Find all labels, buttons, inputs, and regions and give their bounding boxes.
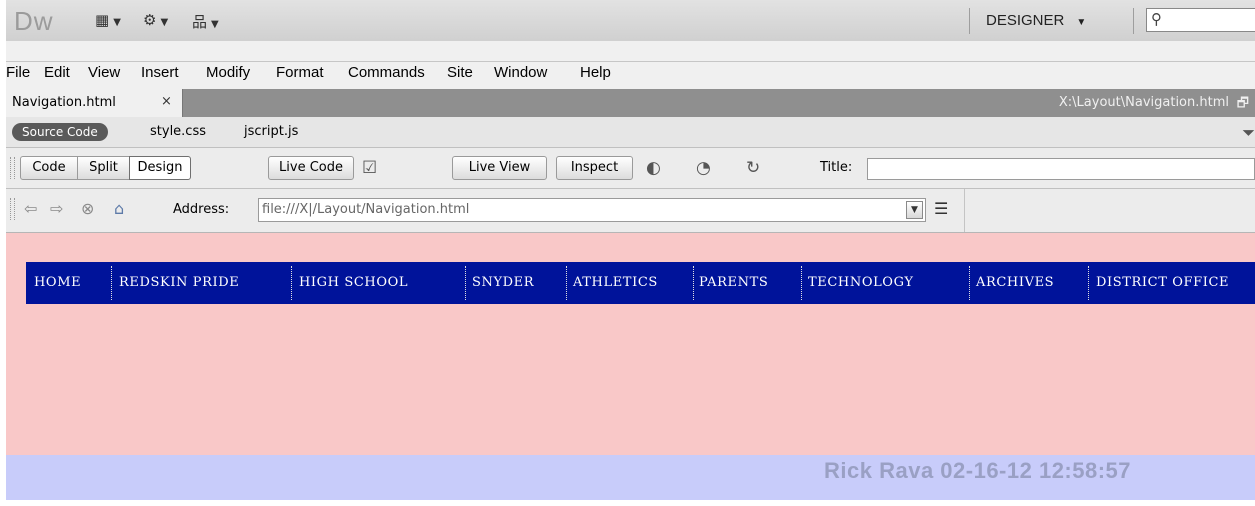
nav-separator <box>693 266 694 300</box>
stop-icon[interactable]: ⊗ <box>81 199 94 218</box>
live-code-label: Live Code <box>279 160 343 175</box>
page-footer: Rick Rava 02-16-12 12:58:57 <box>6 455 1255 500</box>
visual-aids-icon[interactable]: ◔ <box>696 158 711 178</box>
nav-link-archives[interactable]: ARCHIVES <box>976 275 1054 290</box>
related-file-style-css[interactable]: style.css <box>150 124 206 139</box>
live-code-button[interactable]: Live Code <box>268 156 354 180</box>
search-input[interactable]: ⚲ <box>1146 8 1255 32</box>
dreamweaver-logo: Dw <box>14 6 54 36</box>
separator <box>969 8 970 34</box>
address-value: file:///X|/Layout/Navigation.html <box>262 202 470 217</box>
nav-separator <box>465 266 466 300</box>
menu-insert[interactable]: Insert <box>141 64 179 81</box>
live-view-label: Live View <box>468 160 531 175</box>
nav-link-redskin-pride[interactable]: REDSKIN PRIDE <box>119 275 239 290</box>
address-label: Address: <box>173 202 230 217</box>
title-input[interactable] <box>867 158 1255 180</box>
dreamweaver-window: Dw ▦ ▼ ⚙ ▼ 品 ▼ DESIGNER ▼ ⚲ File Edit View I… <box>6 0 1255 500</box>
nav-separator <box>111 266 112 300</box>
browser-options-icon[interactable]: ☰ <box>934 199 948 218</box>
preview-browser-icon[interactable]: ◐ <box>646 158 661 178</box>
menu-view[interactable]: View <box>88 64 120 81</box>
footer-timestamp: Rick Rava 02-16-12 12:58:57 <box>824 458 1132 483</box>
related-file-jscript-js[interactable]: jscript.js <box>244 124 298 139</box>
design-view-canvas[interactable]: HOME REDSKIN PRIDE HIGH SCHOOL SNYDER AT… <box>6 233 1255 500</box>
menu-window[interactable]: Window <box>494 64 547 81</box>
nav-link-home[interactable]: HOME <box>34 275 81 290</box>
back-icon[interactable]: ⇦ <box>24 199 37 218</box>
menu-file[interactable]: File <box>6 64 30 81</box>
menu-edit[interactable]: Edit <box>44 64 70 81</box>
filter-icon[interactable]: ⏷ <box>1242 123 1255 143</box>
application-bar: Dw ▦ ▼ ⚙ ▼ 品 ▼ DESIGNER ▼ ⚲ <box>6 0 1255 41</box>
forward-icon[interactable]: ⇨ <box>50 199 63 218</box>
extend-gear-icon[interactable]: ⚙ ▼ <box>143 11 168 29</box>
nav-link-district-office[interactable]: DISTRICT OFFICE <box>1096 275 1229 290</box>
chevron-down-icon[interactable]: ▼ <box>906 201 923 219</box>
inspect-button[interactable]: Inspect <box>556 156 633 180</box>
site-icon[interactable]: 品 ▼ <box>192 11 219 32</box>
menu-site[interactable]: Site <box>447 64 473 81</box>
nav-link-technology[interactable]: TECHNOLOGY <box>808 275 914 290</box>
restore-window-icon[interactable]: 🗗 <box>1237 94 1249 116</box>
live-view-button[interactable]: Live View <box>452 156 547 180</box>
toolbar-grip[interactable] <box>10 198 15 220</box>
document-toolbar: Code Split Design Live Code ☑ Live View … <box>6 148 1255 189</box>
code-view-button[interactable]: Code <box>20 156 78 180</box>
nav-separator <box>801 266 802 300</box>
nav-link-high-school[interactable]: HIGH SCHOOL <box>299 275 408 290</box>
menu-format[interactable]: Format <box>276 64 324 81</box>
menu-bar: File Edit View Insert Modify Format Comm… <box>6 61 1255 89</box>
document-tab-bar: Navigation.html × X:\Layout\Navigation.h… <box>6 89 1255 117</box>
document-path: X:\Layout\Navigation.html <box>1058 95 1229 110</box>
nav-separator <box>1088 266 1089 300</box>
toolbar-grip[interactable] <box>10 157 15 179</box>
layout-icon[interactable]: ▦ ▼ <box>95 11 121 29</box>
address-input[interactable]: file:///X|/Layout/Navigation.html ▼ <box>258 198 926 222</box>
document-tab[interactable]: Navigation.html × <box>6 89 183 117</box>
search-icon: ⚲ <box>1151 10 1162 28</box>
nav-separator <box>566 266 567 300</box>
refresh-icon[interactable]: ↻ <box>746 158 760 178</box>
nav-link-athletics[interactable]: ATHLETICS <box>573 275 658 290</box>
nav-link-parents[interactable]: PARENTS <box>699 275 768 290</box>
nav-separator <box>291 266 292 300</box>
nav-link-snyder[interactable]: SNYDER <box>472 275 534 290</box>
workspace-label: DESIGNER <box>986 12 1065 29</box>
source-code-button[interactable]: Source Code <box>12 123 108 141</box>
browser-navigation-toolbar: ⇦ ⇨ ⊗ ⌂ Address: file:///X|/Layout/Navig… <box>6 189 1255 233</box>
workspace-switcher[interactable]: DESIGNER ▼ <box>986 12 1086 29</box>
separator <box>1133 8 1134 34</box>
related-files-bar: Source Code style.css jscript.js ⏷ <box>6 117 1255 148</box>
site-navigation-bar: HOME REDSKIN PRIDE HIGH SCHOOL SNYDER AT… <box>26 262 1255 304</box>
design-view-button[interactable]: Design <box>129 156 191 180</box>
nav-separator <box>969 266 970 300</box>
design-view-label: Design <box>137 160 183 175</box>
menu-help[interactable]: Help <box>580 64 611 81</box>
menu-commands[interactable]: Commands <box>348 64 425 81</box>
home-icon[interactable]: ⌂ <box>114 199 124 218</box>
chevron-down-icon: ▼ <box>1076 17 1087 28</box>
close-icon[interactable]: × <box>161 94 172 109</box>
document-tab-label: Navigation.html <box>12 95 116 110</box>
title-label: Title: <box>820 160 853 175</box>
split-view-button[interactable]: Split <box>77 156 130 180</box>
split-view-label: Split <box>89 160 118 175</box>
menu-modify[interactable]: Modify <box>206 64 250 81</box>
separator <box>964 189 965 232</box>
code-view-label: Code <box>32 160 66 175</box>
inspect-label: Inspect <box>570 160 619 175</box>
check-page-icon[interactable]: ☑ <box>362 158 377 178</box>
